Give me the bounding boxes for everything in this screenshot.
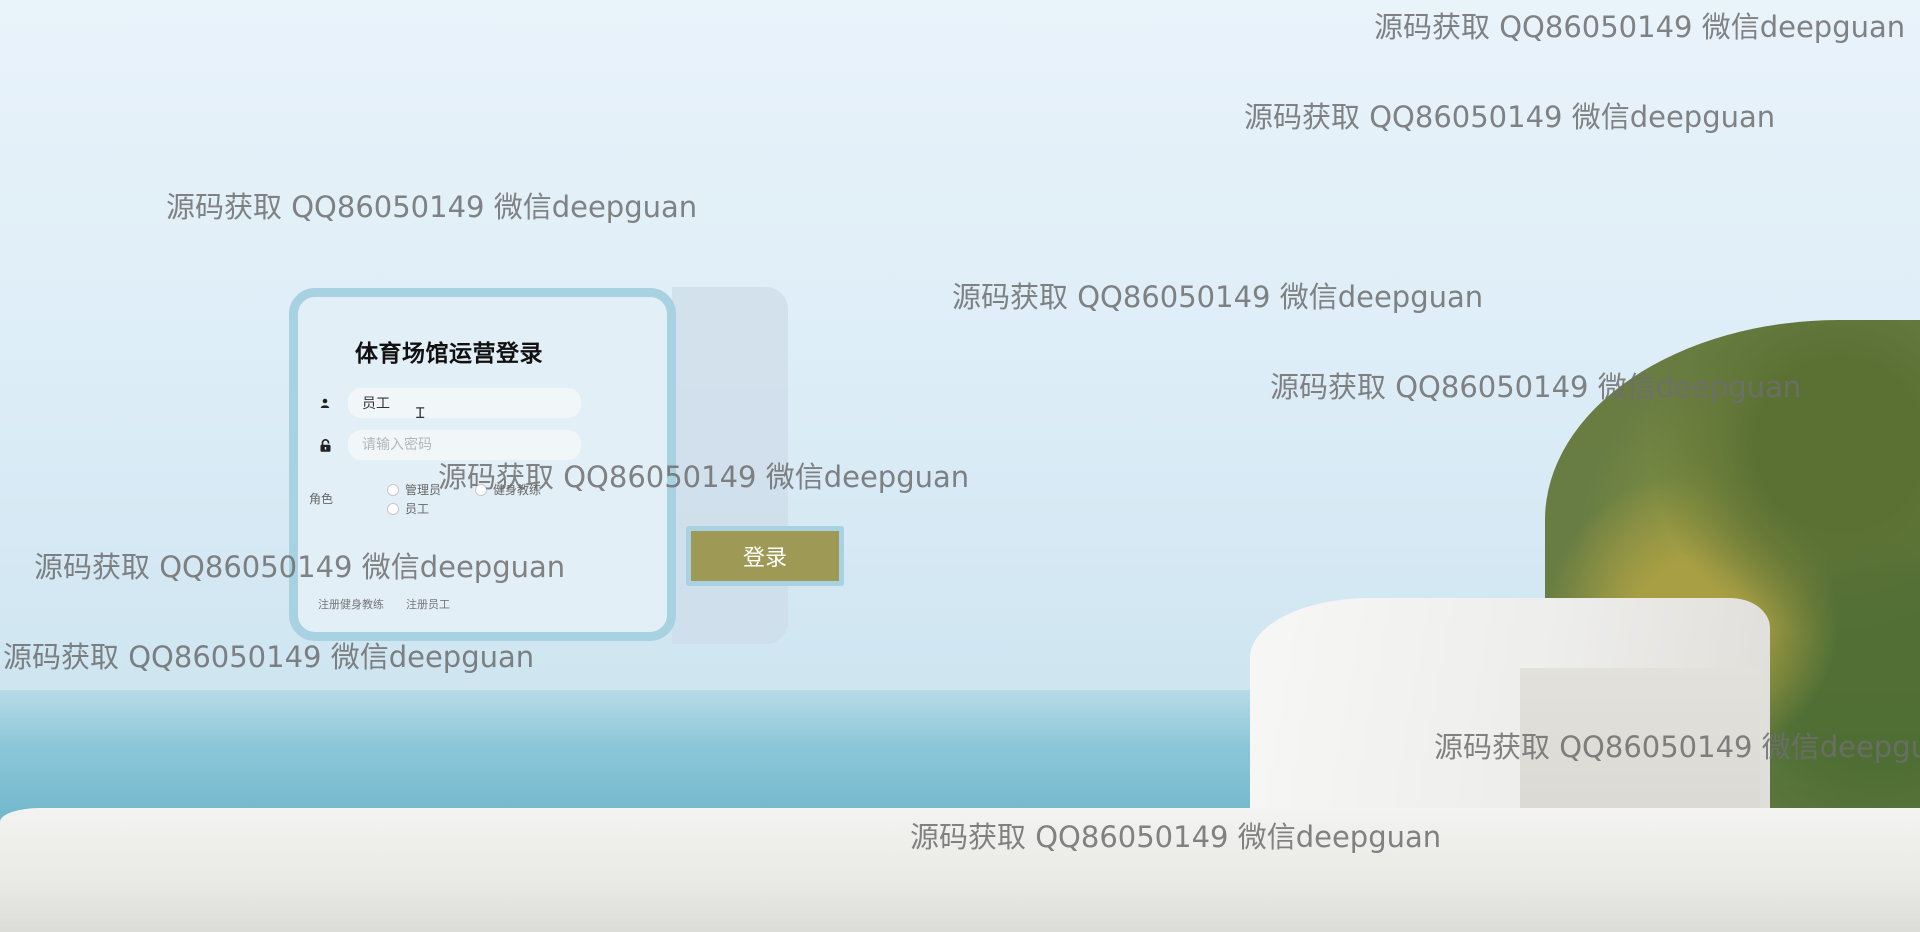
username-input[interactable] xyxy=(348,388,581,418)
register-coach-link[interactable]: 注册健身教练 xyxy=(318,596,384,612)
lock-icon xyxy=(318,438,332,452)
watermark-text: 源码获取 QQ86050149 微信deepguan xyxy=(910,820,1442,854)
watermark-text: 源码获取 QQ86050149 微信deepguan xyxy=(1374,10,1906,44)
watermark-text: 源码获取 QQ86050149 微信deepguan xyxy=(34,550,566,584)
role-option-admin[interactable]: 管理员 xyxy=(405,481,441,498)
watermark-text: 源码获取 QQ86050149 微信deepguan xyxy=(438,460,970,494)
watermark-text: 源码获取 QQ86050149 微信deepguan xyxy=(1434,730,1920,764)
login-title: 体育场馆运营登录 xyxy=(355,341,543,367)
watermark-text: 源码获取 QQ86050149 微信deepguan xyxy=(1270,370,1802,404)
login-button[interactable]: 登录 xyxy=(686,526,844,586)
role-row-2: 员工 xyxy=(387,500,429,517)
role-radio-staff[interactable] xyxy=(387,502,399,515)
watermark-text: 源码获取 QQ86050149 微信deepguan xyxy=(1244,100,1776,134)
watermark-text: 源码获取 QQ86050149 微信deepguan xyxy=(3,640,535,674)
watermark-text: 源码获取 QQ86050149 微信deepguan xyxy=(952,280,1484,314)
role-option-staff[interactable]: 员工 xyxy=(405,500,429,517)
text-cursor-icon: Ɪ xyxy=(416,404,425,422)
register-links: 注册健身教练 注册员工 xyxy=(318,596,450,612)
role-label: 角色 xyxy=(309,492,334,506)
watermark-text: 源码获取 QQ86050149 微信deepguan xyxy=(166,190,698,224)
role-radio-admin[interactable] xyxy=(387,483,399,496)
user-icon xyxy=(318,396,332,410)
register-staff-link[interactable]: 注册员工 xyxy=(406,596,450,612)
